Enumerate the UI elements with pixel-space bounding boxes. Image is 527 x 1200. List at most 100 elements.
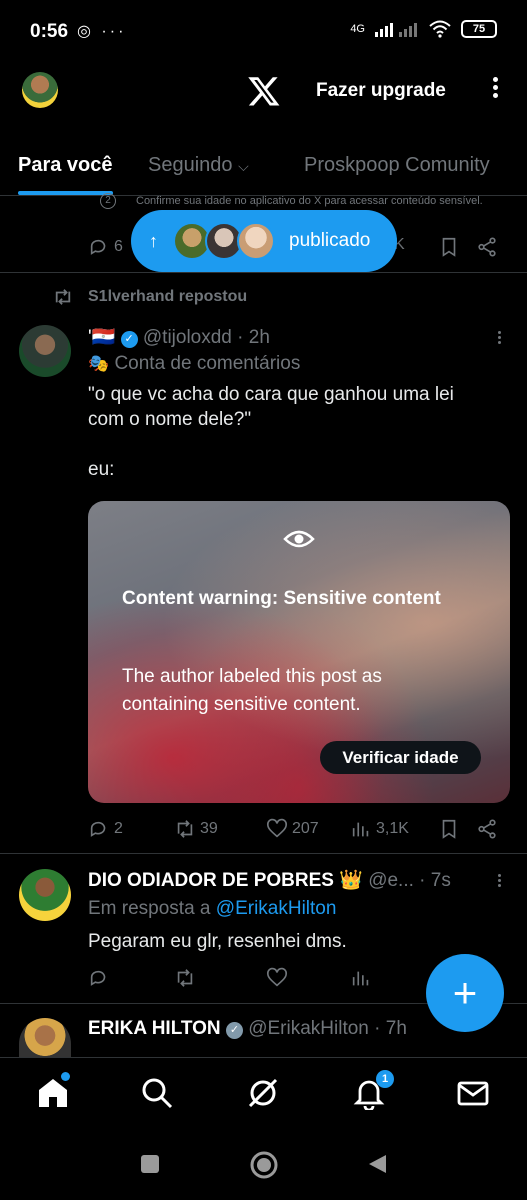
- reply-icon: [90, 970, 106, 986]
- author-handle[interactable]: @e...: [368, 870, 414, 891]
- post-time: · 2h: [237, 327, 270, 348]
- views-button[interactable]: [350, 967, 372, 989]
- like-button[interactable]: [266, 967, 288, 989]
- share-button[interactable]: [476, 236, 498, 258]
- reply-button[interactable]: 2: [88, 818, 123, 840]
- status-time: 0:56: [30, 21, 69, 42]
- notification-badge: 1: [376, 1070, 394, 1088]
- messages-icon[interactable]: [456, 1076, 490, 1110]
- sensitive-notice: Confirme sua idade no aplicativo do X pa…: [136, 195, 483, 207]
- author-flag: 🇵🇾: [91, 327, 116, 348]
- post-time: · 7s: [419, 870, 451, 891]
- x-logo-icon: [248, 77, 280, 106]
- repost-count: 39: [200, 820, 218, 837]
- bookmark-icon: [442, 237, 456, 257]
- post-divider: [0, 853, 527, 854]
- post-more-icon[interactable]: [496, 872, 502, 894]
- new-posts-pill[interactable]: ↑ publicado: [131, 210, 397, 272]
- back-icon[interactable]: [366, 1153, 388, 1175]
- timeline-tabs: Para você Seguindo ⌵ Proskpoop Comunity: [0, 140, 527, 196]
- chevron-down-icon: ⌵: [238, 158, 249, 174]
- recents-icon[interactable]: [139, 1153, 161, 1175]
- repost-button[interactable]: 39: [174, 818, 218, 840]
- author-avatar[interactable]: [19, 1018, 71, 1057]
- upgrade-button[interactable]: Fazer upgrade: [316, 80, 446, 102]
- active-tab-indicator: [18, 191, 113, 195]
- account-label: 🎭 Conta de comentários: [88, 353, 301, 374]
- author-handle[interactable]: @ErikakHilton: [248, 1018, 369, 1039]
- reply-button[interactable]: [88, 967, 110, 989]
- author-avatar[interactable]: [19, 869, 71, 921]
- tab-following[interactable]: Seguindo ⌵: [148, 154, 249, 177]
- analytics-icon: [352, 971, 369, 986]
- home-system-icon[interactable]: [249, 1150, 279, 1180]
- system-navigation: [0, 1133, 527, 1200]
- compose-post-button[interactable]: +: [426, 954, 504, 1032]
- warning-title: Content warning: Sensitive content: [122, 588, 441, 609]
- reply-button[interactable]: 6: [88, 236, 123, 258]
- post-time: · 7h: [374, 1018, 407, 1039]
- reply-count: 2: [114, 820, 123, 837]
- repost-icon: [177, 969, 193, 987]
- reply-icon: [90, 239, 106, 255]
- search-icon[interactable]: [140, 1076, 174, 1110]
- arrow-up-icon: ↑: [149, 230, 158, 251]
- warning-body: The author labeled this post as containi…: [122, 666, 382, 715]
- reply-icon: [90, 821, 106, 837]
- repost-icon: [55, 289, 71, 305]
- sensitive-media[interactable]: Content warning: Sensitive content The a…: [88, 501, 510, 803]
- like-count: 207: [292, 820, 319, 837]
- status-right: 4G 75: [350, 20, 497, 38]
- verified-badge-icon: ✓: [225, 1022, 243, 1039]
- views-count: 3,1K: [376, 820, 409, 837]
- mask-icon: 🎭: [88, 354, 110, 373]
- signal-icon: [375, 23, 417, 37]
- status-bar: 0:56 ◎ ··· 4G 75: [0, 0, 527, 62]
- author-name[interactable]: ERIKA HILTON: [88, 1018, 221, 1039]
- verified-badge-icon: ✓: [120, 331, 138, 348]
- home-unread-dot: [61, 1072, 70, 1081]
- bookmark-icon: [442, 819, 456, 839]
- post-divider: [0, 272, 527, 273]
- author-name[interactable]: DIO ODIADOR DE POBRES 👑: [88, 870, 363, 891]
- eye-icon: [283, 530, 315, 548]
- post-text: Pegaram eu glr, resenhei dms.: [88, 931, 347, 952]
- repost-button[interactable]: [174, 967, 196, 989]
- reply-to-link[interactable]: @ErikakHilton: [216, 898, 337, 919]
- post-actions: 2 39 207 3,1K: [88, 818, 508, 842]
- repost-label: S1lverhand repostou: [88, 288, 248, 305]
- verify-age-button[interactable]: Verificar idade: [320, 741, 481, 774]
- battery-icon: 75: [461, 20, 497, 38]
- reply-context: Em resposta a @ErikakHilton: [88, 898, 337, 919]
- heart-icon: [267, 818, 287, 838]
- bookmark-button[interactable]: [438, 818, 460, 840]
- share-button[interactable]: [476, 818, 498, 840]
- wifi-icon: [429, 20, 451, 38]
- author-avatar[interactable]: [19, 325, 71, 377]
- like-button[interactable]: 207: [266, 818, 319, 840]
- home-icon[interactable]: [36, 1076, 70, 1110]
- share-icon: [478, 237, 496, 257]
- post-header: DIO ODIADOR DE POBRES 👑 @e... · 7s: [88, 868, 451, 892]
- bottom-navigation: 1: [0, 1057, 527, 1133]
- repost-icon: [177, 820, 193, 838]
- grok-icon[interactable]: [246, 1076, 280, 1110]
- tab-for-you[interactable]: Para você: [18, 154, 113, 177]
- heart-icon: [267, 967, 287, 987]
- pill-avatar: [237, 222, 275, 260]
- more-options-icon[interactable]: [488, 74, 502, 108]
- analytics-icon: [352, 822, 369, 837]
- pill-label: publicado: [289, 230, 371, 251]
- post-header: ERIKA HILTON ✓ @ErikakHilton · 7h: [88, 1018, 407, 1040]
- tab-following-label: Seguindo: [148, 154, 233, 176]
- status-notification-icons: ◎ ···: [77, 23, 127, 40]
- tab-community[interactable]: Proskpoop Comunity: [304, 154, 490, 177]
- info-icon: 2: [100, 193, 116, 209]
- bookmark-button[interactable]: [438, 236, 460, 258]
- profile-avatar[interactable]: [22, 72, 58, 108]
- post-header: '🇵🇾 ✓ @tijoloxdd · 2h: [88, 325, 270, 349]
- post-text: "o que vc acha do cara que ganhou uma le…: [88, 384, 454, 480]
- author-handle[interactable]: @tijoloxdd: [143, 327, 232, 348]
- views-button[interactable]: 3,1K: [350, 818, 409, 840]
- post-more-icon[interactable]: [496, 329, 502, 351]
